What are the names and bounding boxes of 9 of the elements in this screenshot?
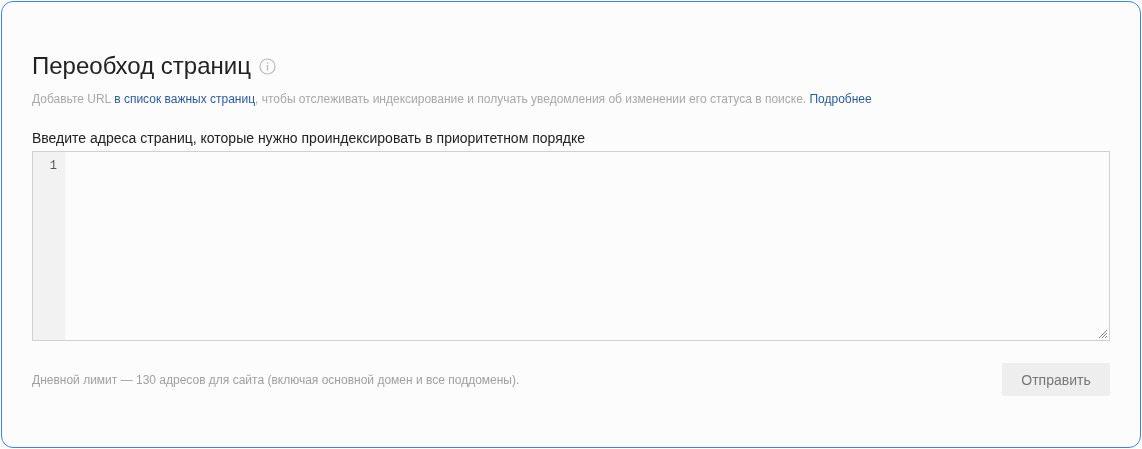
url-input-field[interactable]: 1 [32,151,1110,341]
description-text: Добавьте URL в список важных страниц, чтобы отслеживать индексирование и получать уведомления об изменении его статуса в поиске. Подробнее [32,92,873,106]
description-link[interactable]: Подробнее [809,92,872,106]
resize-handle-icon[interactable] [1097,328,1108,339]
line-number: 1 [49,159,57,173]
limit-note: Дневной лимит — 130 адресов для сайта (включая основной домен и все поддомены). [32,372,520,387]
field-label: Введите адреса страниц, которые нужно проиндексировать в приоритетном порядке [32,130,586,146]
info-icon[interactable] [258,57,276,75]
page-title: Переобход страниц [32,52,251,80]
